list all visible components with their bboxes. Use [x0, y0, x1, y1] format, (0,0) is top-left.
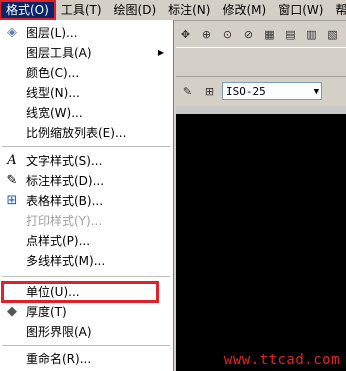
- menu-modify[interactable]: 修改(M): [216, 1, 272, 19]
- table-style-icon: ⊞: [6, 193, 18, 208]
- submenu-arrow-icon: ▶: [157, 48, 164, 57]
- format-dropdown-menu: ◈ 图层(L)... 图层工具(A) ▶ 颜色(C)... 线型(N)... 线…: [0, 20, 174, 371]
- menu-separator: [2, 146, 170, 147]
- dimension-style-select[interactable]: ISO-25 ▼: [222, 82, 322, 100]
- layers-toolbar: [176, 50, 346, 77]
- sheet-set-icon[interactable]: ▧: [323, 25, 342, 44]
- menu-dimension[interactable]: 标注(N): [162, 1, 216, 19]
- menubar: 格式(O) 工具(T) 绘图(D) 标注(N) 修改(M) 窗口(W) 帮: [0, 0, 346, 21]
- menu-item-drawing-limits[interactable]: 图形界限(A): [0, 322, 172, 342]
- menu-item-color[interactable]: 颜色(C)...: [0, 63, 172, 83]
- menu-item-multiline-style[interactable]: 多线样式(M)...: [0, 251, 172, 271]
- menu-item-table-style[interactable]: ⊞ 表格样式(B)...: [0, 191, 172, 211]
- layers-icon: ◈: [7, 25, 17, 40]
- menu-item-layer-tools[interactable]: 图层工具(A) ▶: [0, 43, 172, 63]
- menu-item-lineweight[interactable]: 线宽(W)...: [0, 103, 172, 123]
- menu-draw[interactable]: 绘图(D): [108, 1, 163, 19]
- design-center-icon[interactable]: ▤: [281, 25, 300, 44]
- menu-tools[interactable]: 工具(T): [55, 1, 108, 19]
- menu-separator: [2, 345, 170, 346]
- zoom-previous-icon[interactable]: ⊘: [239, 25, 258, 44]
- dimension-style-icon[interactable]: ✎: [178, 82, 197, 101]
- dimension-style-value: ISO-25: [226, 85, 266, 98]
- dimension-style-icon: ✎: [6, 173, 18, 188]
- properties-icon[interactable]: ▦: [260, 25, 279, 44]
- text-style-icon: A: [7, 153, 17, 168]
- menu-item-dimension-style[interactable]: ✎ 标注样式(D)...: [0, 171, 172, 191]
- chevron-down-icon: ▼: [313, 87, 319, 97]
- thickness-icon: ◆: [7, 304, 17, 319]
- menu-item-linetype[interactable]: 线型(N)...: [0, 83, 172, 103]
- menu-item-plot-style: 打印样式(Y)...: [26, 214, 103, 228]
- menu-separator: [2, 276, 170, 277]
- watermark: www.ttcad.com: [223, 352, 340, 368]
- tool-palettes-icon[interactable]: ▥: [302, 25, 321, 44]
- menu-window[interactable]: 窗口(W): [272, 1, 329, 19]
- menu-item-layer[interactable]: ◈ 图层(L)...: [0, 23, 172, 43]
- zoom-window-icon[interactable]: ⊙: [218, 25, 237, 44]
- drawing-area[interactable]: www.ttcad.com: [176, 106, 346, 371]
- menu-item-point-style[interactable]: 点样式(P)...: [0, 231, 172, 251]
- menu-format[interactable]: 格式(O): [0, 0, 56, 20]
- units-highlight-box: [1, 281, 159, 303]
- menu-item-rename[interactable]: 重命名(R)...: [0, 349, 172, 369]
- menu-help[interactable]: 帮: [329, 1, 346, 19]
- menu-item-text-style[interactable]: A 文字样式(S)...: [0, 151, 172, 171]
- menu-item-scale-list[interactable]: 比例缩放列表(E)...: [0, 123, 172, 143]
- zoom-realtime-icon[interactable]: ⊕: [197, 25, 216, 44]
- standard-toolbar: ✥ ⊕ ⊙ ⊘ ▦ ▤ ▥ ▧: [176, 21, 346, 48]
- menu-item-thickness[interactable]: ◆ 厚度(T): [0, 302, 172, 322]
- table-style-icon[interactable]: ⊞: [200, 82, 219, 101]
- styles-toolbar: ✎ ⊞ ISO-25 ▼: [176, 77, 346, 105]
- drawing-tabs-strip: [176, 106, 346, 114]
- pan-icon[interactable]: ✥: [176, 25, 195, 44]
